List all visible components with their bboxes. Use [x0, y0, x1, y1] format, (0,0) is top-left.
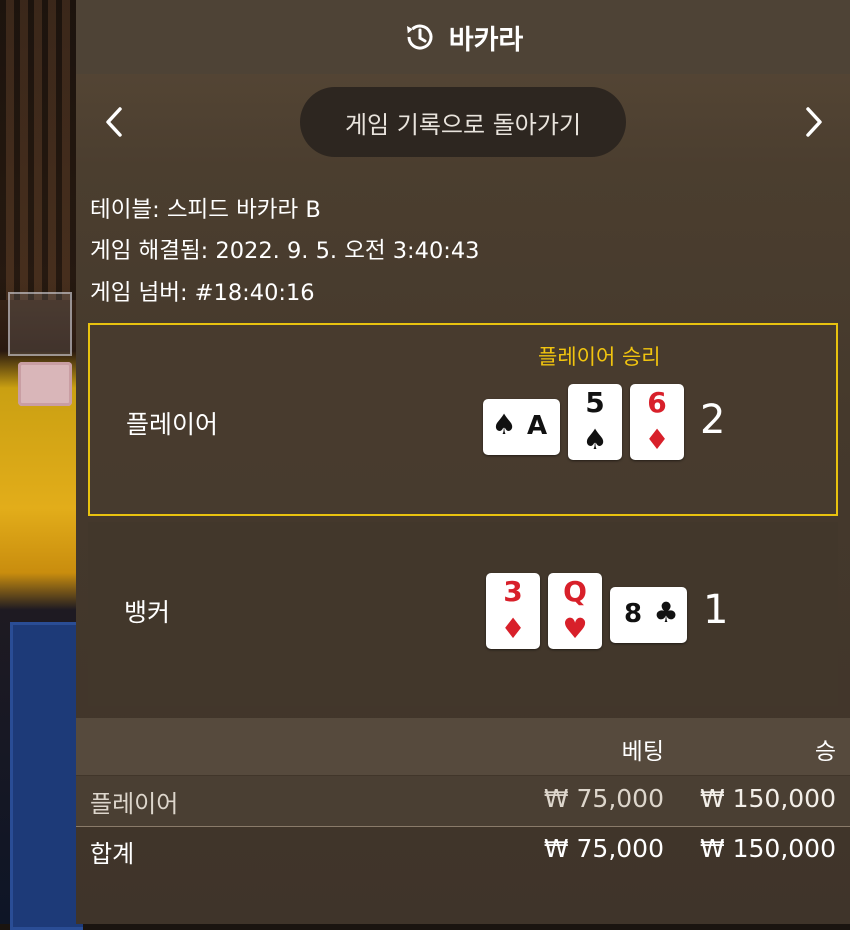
- card-suit: ♠: [582, 423, 608, 456]
- game-history-panel: 바카라 게임 기록으로 돌아가기 테이블: 스피드 바카라 B 게임 해결됨: …: [76, 0, 850, 924]
- background-card-shoe: [8, 292, 72, 356]
- history-icon: [406, 24, 433, 50]
- card-rank: 5: [585, 386, 605, 419]
- previous-game-button[interactable]: [94, 98, 134, 146]
- back-to-history-button[interactable]: 게임 기록으로 돌아가기: [300, 87, 626, 157]
- row-bet: ₩ 75,000: [543, 784, 664, 813]
- card-rank: 8: [623, 599, 643, 629]
- card-suit: ♣: [653, 596, 679, 629]
- player-label: 플레이어: [126, 410, 219, 439]
- win-column-header: 승: [814, 739, 836, 765]
- bet-column-header: 베팅: [621, 739, 664, 765]
- player-score: 2: [700, 397, 726, 443]
- card-suit: ♦: [500, 612, 526, 645]
- player-card-2: 5 ♠: [568, 384, 622, 460]
- player-card-1: ♠ A: [483, 399, 560, 455]
- banker-score: 1: [703, 587, 729, 633]
- chevron-right-icon: [806, 107, 822, 137]
- next-game-button[interactable]: [794, 98, 834, 146]
- player-result-box: 플레이어 승리 플레이어 ♠ A 5 ♠ 6 ♦ 2: [88, 323, 838, 516]
- banker-card-3: 8 ♣: [610, 587, 687, 643]
- game-number: 게임 넘버: #18:40:16: [90, 280, 315, 306]
- row-label: 플레이어: [90, 790, 179, 818]
- table-name: 테이블: 스피드 바카라 B: [90, 197, 321, 223]
- panel-title: 바카라: [448, 24, 524, 56]
- card-rank: A: [526, 411, 548, 441]
- row-bet: ₩ 75,000: [543, 834, 664, 863]
- row-win: ₩ 150,000: [699, 834, 836, 863]
- banker-label: 뱅커: [124, 598, 171, 627]
- card-suit: ♥: [562, 612, 588, 645]
- table-row: 플레이어 ₩ 75,000 ₩ 150,000: [76, 776, 850, 827]
- banker-result-box: 뱅커 3 ♦ Q ♥ 8 ♣ 1: [88, 522, 838, 706]
- card-rank: Q: [563, 575, 587, 608]
- chevron-left-icon: [106, 107, 122, 137]
- card-rank: 3: [503, 575, 523, 608]
- player-card-3: 6 ♦: [630, 384, 684, 460]
- table-row-total: 합계 ₩ 75,000 ₩ 150,000: [76, 826, 850, 876]
- banker-card-2: Q ♥: [548, 573, 602, 649]
- card-suit: ♠: [491, 408, 517, 441]
- background-curtain: [0, 0, 80, 300]
- card-rank: 6: [647, 386, 667, 419]
- history-navigation: 게임 기록으로 돌아가기: [76, 74, 850, 174]
- banker-card-1: 3 ♦: [486, 573, 540, 649]
- row-win: ₩ 150,000: [699, 784, 836, 813]
- player-win-label: 플레이어 승리: [538, 345, 661, 369]
- background-card-deck: [18, 362, 72, 406]
- card-suit: ♦: [644, 423, 670, 456]
- game-resolved-time: 게임 해결됨: 2022. 9. 5. 오전 3:40:43: [90, 238, 480, 264]
- background-blue-panel: [10, 622, 83, 930]
- bets-table-header: 베팅 승: [76, 718, 850, 775]
- panel-header: 바카라: [76, 0, 850, 74]
- row-label: 합계: [90, 840, 135, 868]
